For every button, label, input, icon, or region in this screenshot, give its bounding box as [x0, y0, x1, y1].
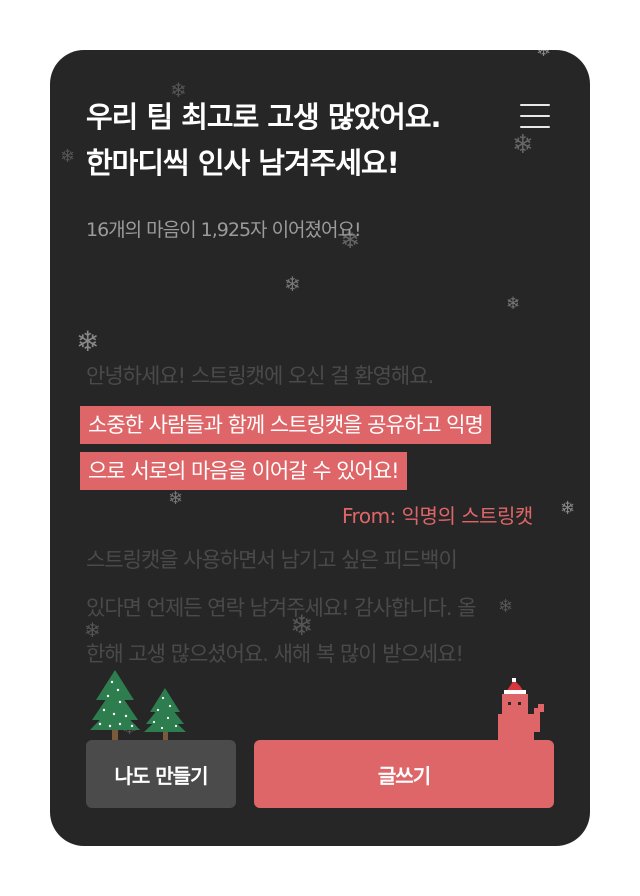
snowflake-icon: ❄ [76, 325, 100, 358]
make-my-own-button[interactable]: 나도 만들기 [86, 740, 236, 808]
snowflake-icon: ❄ [560, 498, 576, 519]
highlighted-message-line-2: 으로 서로의 마음을 이어갈 수 있어요! [80, 452, 407, 490]
snowflake-icon: ❄ [536, 50, 552, 61]
message-body-line-3: 한해 고생 많으셨어요. 새해 복 많이 받으세요! [86, 642, 464, 666]
message-author: From: 익명의 스트링캣 [342, 504, 533, 528]
snowflake-icon: ❄ [506, 294, 521, 314]
message-count-summary: 16개의 마음이 1,925자 이어졌어요! [86, 219, 362, 241]
snowflake-icon: ❄ [284, 272, 301, 296]
christmas-tree-icon [90, 670, 186, 740]
snowflake-icon: ❄ [512, 130, 534, 160]
hamburger-menu-icon[interactable] [520, 104, 550, 128]
page-title: 우리 팀 최고로 고생 많았어요. 한마디씩 인사 남겨주세요! [86, 94, 506, 186]
highlighted-message-line-1: 소중한 사람들과 함께 스트링캣을 공유하고 익명 [80, 406, 491, 444]
message-body-line-2: 있다면 언제든 연락 남겨주세요! 감사합니다. 올 [86, 596, 477, 620]
intro-message: 안녕하세요! 스트링캣에 오신 걸 환영해요. [86, 364, 434, 388]
snowflake-icon: ❄ [168, 488, 184, 509]
santa-cat-icon [498, 678, 544, 744]
message-body-line-1: 스트링캣을 사용하면서 남기고 싶은 피드백이 [86, 548, 458, 572]
rolling-paper-card: ❄ ❄ ❄ ❄ ❄ ❄ ❄ ❄ ❄ ❄ ❄ ❄ ❄ ❄ 우리 팀 최고로 고생 … [50, 50, 590, 846]
write-button[interactable]: 글쓰기 [254, 740, 554, 808]
title-line-2: 한마디씩 인사 남겨주세요! [86, 146, 400, 180]
snowflake-icon: ❄ [60, 146, 76, 167]
title-line-1: 우리 팀 최고로 고생 많았어요. [86, 100, 442, 134]
snowflake-icon: ❄ [498, 596, 514, 617]
snowflake-icon: ❄ [84, 618, 101, 642]
